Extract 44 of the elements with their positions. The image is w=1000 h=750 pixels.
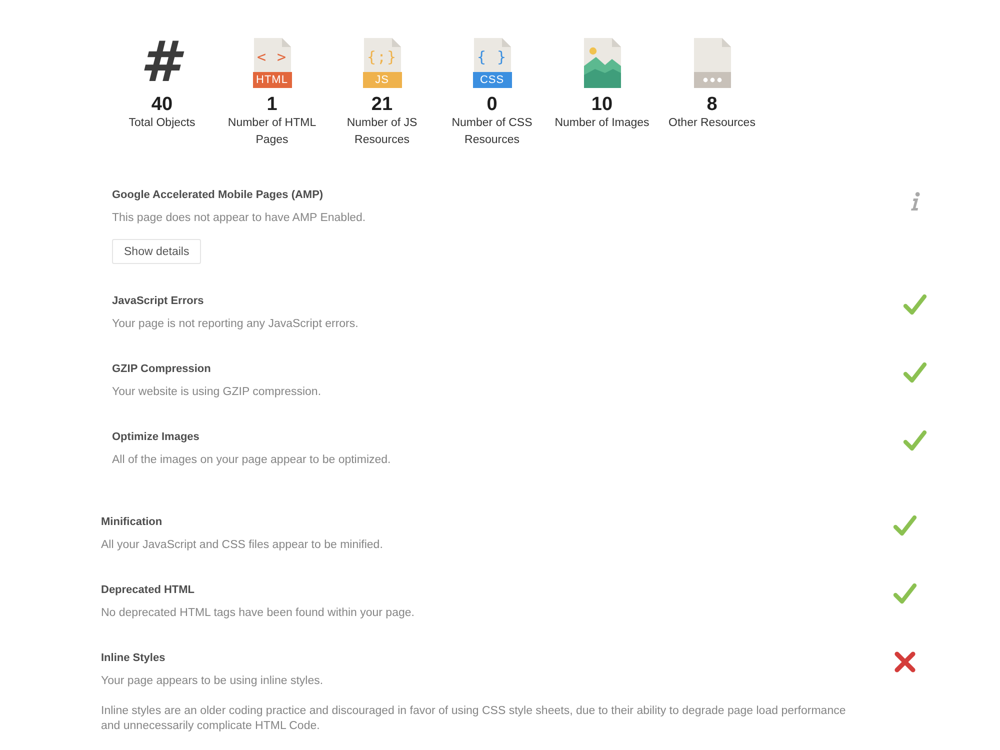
- code-symbol: {;}: [366, 48, 398, 66]
- code-symbol: < >: [256, 48, 288, 66]
- stat-value: 40: [151, 95, 173, 115]
- stat-label: Number of HTML Pages: [226, 116, 318, 148]
- check-icon: [893, 514, 917, 537]
- file-type-badge: CSS: [472, 72, 512, 88]
- image-file-icon: [582, 38, 622, 88]
- code-symbol: { }: [476, 48, 508, 66]
- check-title: JavaScript Errors: [112, 294, 204, 309]
- check-title: GZIP Compression: [112, 362, 211, 377]
- show-details-button[interactable]: Show details: [112, 239, 202, 264]
- stat-value: 0: [486, 95, 498, 115]
- check-details: Inline styles are an older coding practice and discouraged in favor of using CSS style sheets, due to their ability to degrade page load performance and unnecessarily complicate HTML Code.: [101, 704, 847, 734]
- stat-value: 8: [706, 95, 718, 115]
- check-description: Your page appears to be using inline styles.: [101, 674, 324, 689]
- check-description: Your website is using GZIP compression.: [112, 385, 322, 400]
- check-title: Google Accelerated Mobile Pages (AMP): [112, 188, 324, 203]
- info-icon: [910, 192, 920, 211]
- cross-icon: [894, 651, 916, 673]
- stat-value: 10: [591, 95, 613, 115]
- stat-label: Number of Images: [554, 116, 650, 131]
- check-description: All of the images on your page appear to be optimized.: [112, 453, 391, 468]
- check-icon: [903, 293, 927, 316]
- check-icon: [903, 361, 927, 384]
- check-description: This page does not appear to have AMP Enabled.: [112, 211, 366, 226]
- hash-symbol: #: [138, 38, 186, 88]
- check-title: Optimize Images: [112, 430, 200, 445]
- check-description: Your page is not reporting any JavaScript errors.: [112, 317, 358, 332]
- stat-label: Number of JS Resources: [346, 116, 418, 148]
- stat-label: Total Objects: [128, 116, 196, 131]
- file-type-badge: HTML: [252, 72, 292, 88]
- check-title: Inline Styles: [101, 651, 166, 666]
- check-description: No deprecated HTML tags have been found within your page.: [101, 606, 414, 621]
- stat-label: Number of CSS Resources: [450, 116, 534, 148]
- check-description: All your JavaScript and CSS files appear to be minified.: [101, 538, 383, 553]
- check-title: Minification: [101, 515, 162, 530]
- file-type-badge: JS: [362, 72, 402, 88]
- stat-label: Other Resources: [668, 116, 756, 131]
- stat-value: 21: [371, 95, 393, 115]
- file-ellipsis-icon: [692, 38, 732, 88]
- stat-value: 1: [266, 95, 278, 115]
- check-icon: [893, 582, 917, 605]
- check-title: Deprecated HTML: [101, 583, 195, 598]
- check-icon: [903, 429, 927, 452]
